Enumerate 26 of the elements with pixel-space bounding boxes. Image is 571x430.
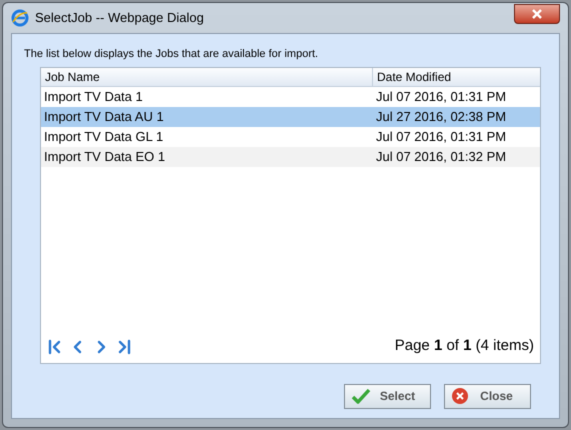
browser-icon	[11, 9, 29, 27]
table-row[interactable]: Import TV Data GL 1 Jul 07 2016, 01:31 PM	[41, 126, 540, 146]
select-button[interactable]: Select	[344, 384, 431, 408]
column-header[interactable]: Date Modified	[373, 68, 540, 86]
window-title: SelectJob -- Webpage Dialog	[35, 9, 204, 28]
last-page-button[interactable]	[116, 338, 132, 354]
page-summary: Page 1 of 1 (4 items)	[394, 336, 534, 356]
close-icon	[451, 387, 469, 405]
table-row[interactable]: Import TV Data 1 Jul 07 2016, 01:31 PM	[41, 86, 540, 106]
first-page-button[interactable]	[47, 338, 63, 354]
table-cell-text: Import TV Data EO 1	[43, 148, 166, 166]
intro-text: The list below displays the Jobs that are available for import.	[24, 47, 320, 62]
table-cell-text: Import TV Data 1	[43, 88, 144, 106]
table-row[interactable]: Import TV Data EO 1 Jul 07 2016, 01:32 PM	[41, 146, 540, 166]
column-header[interactable]: Job Name	[41, 68, 373, 86]
close-button[interactable]: Close	[444, 384, 531, 408]
table-cell-text: Import TV Data AU 1	[43, 108, 165, 126]
table-cell-text: Jul 07 2016, 01:31 PM	[375, 128, 508, 146]
table-cell-text: Jul 07 2016, 01:32 PM	[375, 148, 508, 166]
table-row[interactable]: Import TV Data AU 1 Jul 27 2016, 02:38 PM	[41, 106, 540, 126]
table-cell-text: Import TV Data GL 1	[43, 128, 164, 146]
table-cell-text: Jul 27 2016, 02:38 PM	[375, 108, 508, 126]
table-cell-text: Jul 07 2016, 01:31 PM	[375, 88, 508, 106]
close-icon	[531, 9, 543, 19]
close-window-button[interactable]	[514, 4, 560, 24]
checkmark-icon	[351, 388, 371, 404]
